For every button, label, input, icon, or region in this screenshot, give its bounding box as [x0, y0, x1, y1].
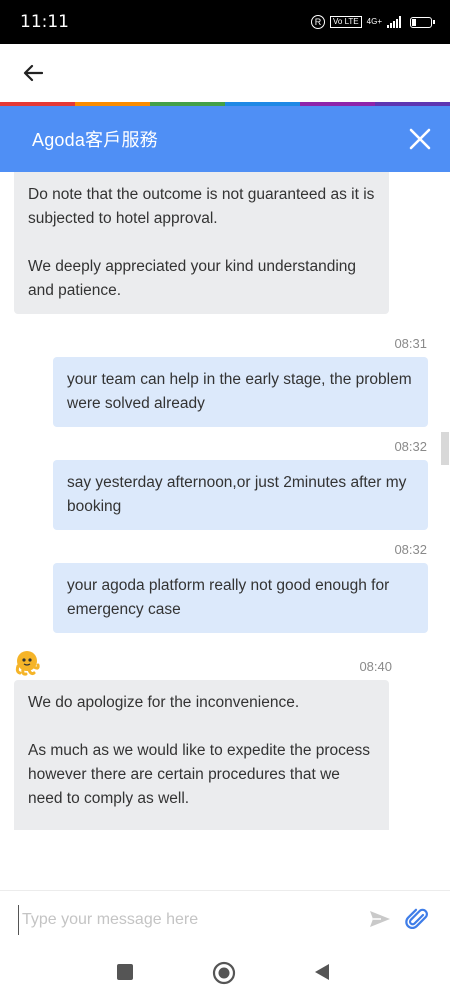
- send-icon[interactable]: [368, 907, 392, 931]
- network-type: 4G+: [366, 17, 382, 26]
- battery-icon: [410, 16, 435, 28]
- signal-icon: [387, 16, 401, 28]
- message-text: We deeply appreciated your kind understa…: [28, 258, 357, 299]
- volte-icon: Vo LTE: [330, 16, 362, 28]
- user-message: your team can help in the early stage, t…: [53, 357, 428, 427]
- message-list[interactable]: Do note that the outcome is not guarante…: [0, 172, 450, 830]
- message-text: your agoda platform really not good enou…: [67, 577, 390, 618]
- agent-avatar-icon: [15, 651, 40, 676]
- message-text: We do apologize for the inconvenience.: [28, 694, 300, 711]
- registered-icon: R: [311, 15, 325, 29]
- message-text: As much as we would like to expedite the…: [28, 742, 371, 807]
- message-input-bar: [0, 890, 450, 947]
- square-icon[interactable]: [117, 964, 133, 980]
- message-text: say yesterday afternoon,or just 2minutes…: [67, 474, 407, 515]
- arrow-left-icon: [23, 64, 43, 82]
- scrollbar[interactable]: [441, 432, 449, 465]
- close-icon: [409, 128, 431, 150]
- message-time: 08:31: [394, 336, 427, 351]
- message-text: your team can help in the early stage, t…: [67, 371, 412, 412]
- home-circle-icon[interactable]: [212, 961, 236, 985]
- status-time: 11:11: [20, 12, 69, 32]
- message-text: Do note that the outcome is not guarante…: [28, 186, 375, 227]
- status-icons: R Vo LTE 4G+: [311, 15, 435, 29]
- agent-message: Do note that the outcome is not guarante…: [14, 172, 389, 314]
- triangle-back-icon[interactable]: [312, 962, 332, 982]
- system-nav-bar: [0, 946, 450, 1000]
- paperclip-icon[interactable]: [404, 906, 430, 932]
- chat-header: Agoda客戶服務: [0, 106, 450, 172]
- user-message: say yesterday afternoon,or just 2minutes…: [53, 460, 428, 530]
- message-time: 08:32: [394, 439, 427, 454]
- status-bar: 11:11 R Vo LTE 4G+: [0, 0, 450, 44]
- close-button[interactable]: [404, 123, 436, 155]
- agent-message: We do apologize for the inconvenience. A…: [14, 680, 389, 830]
- back-button[interactable]: [18, 58, 48, 88]
- message-time: 08:40: [359, 659, 392, 674]
- message-input[interactable]: [18, 905, 354, 935]
- message-time: 08:32: [394, 542, 427, 557]
- user-message: your agoda platform really not good enou…: [53, 563, 428, 633]
- chat-title: Agoda客戶服務: [32, 130, 158, 150]
- top-nav: [0, 44, 450, 102]
